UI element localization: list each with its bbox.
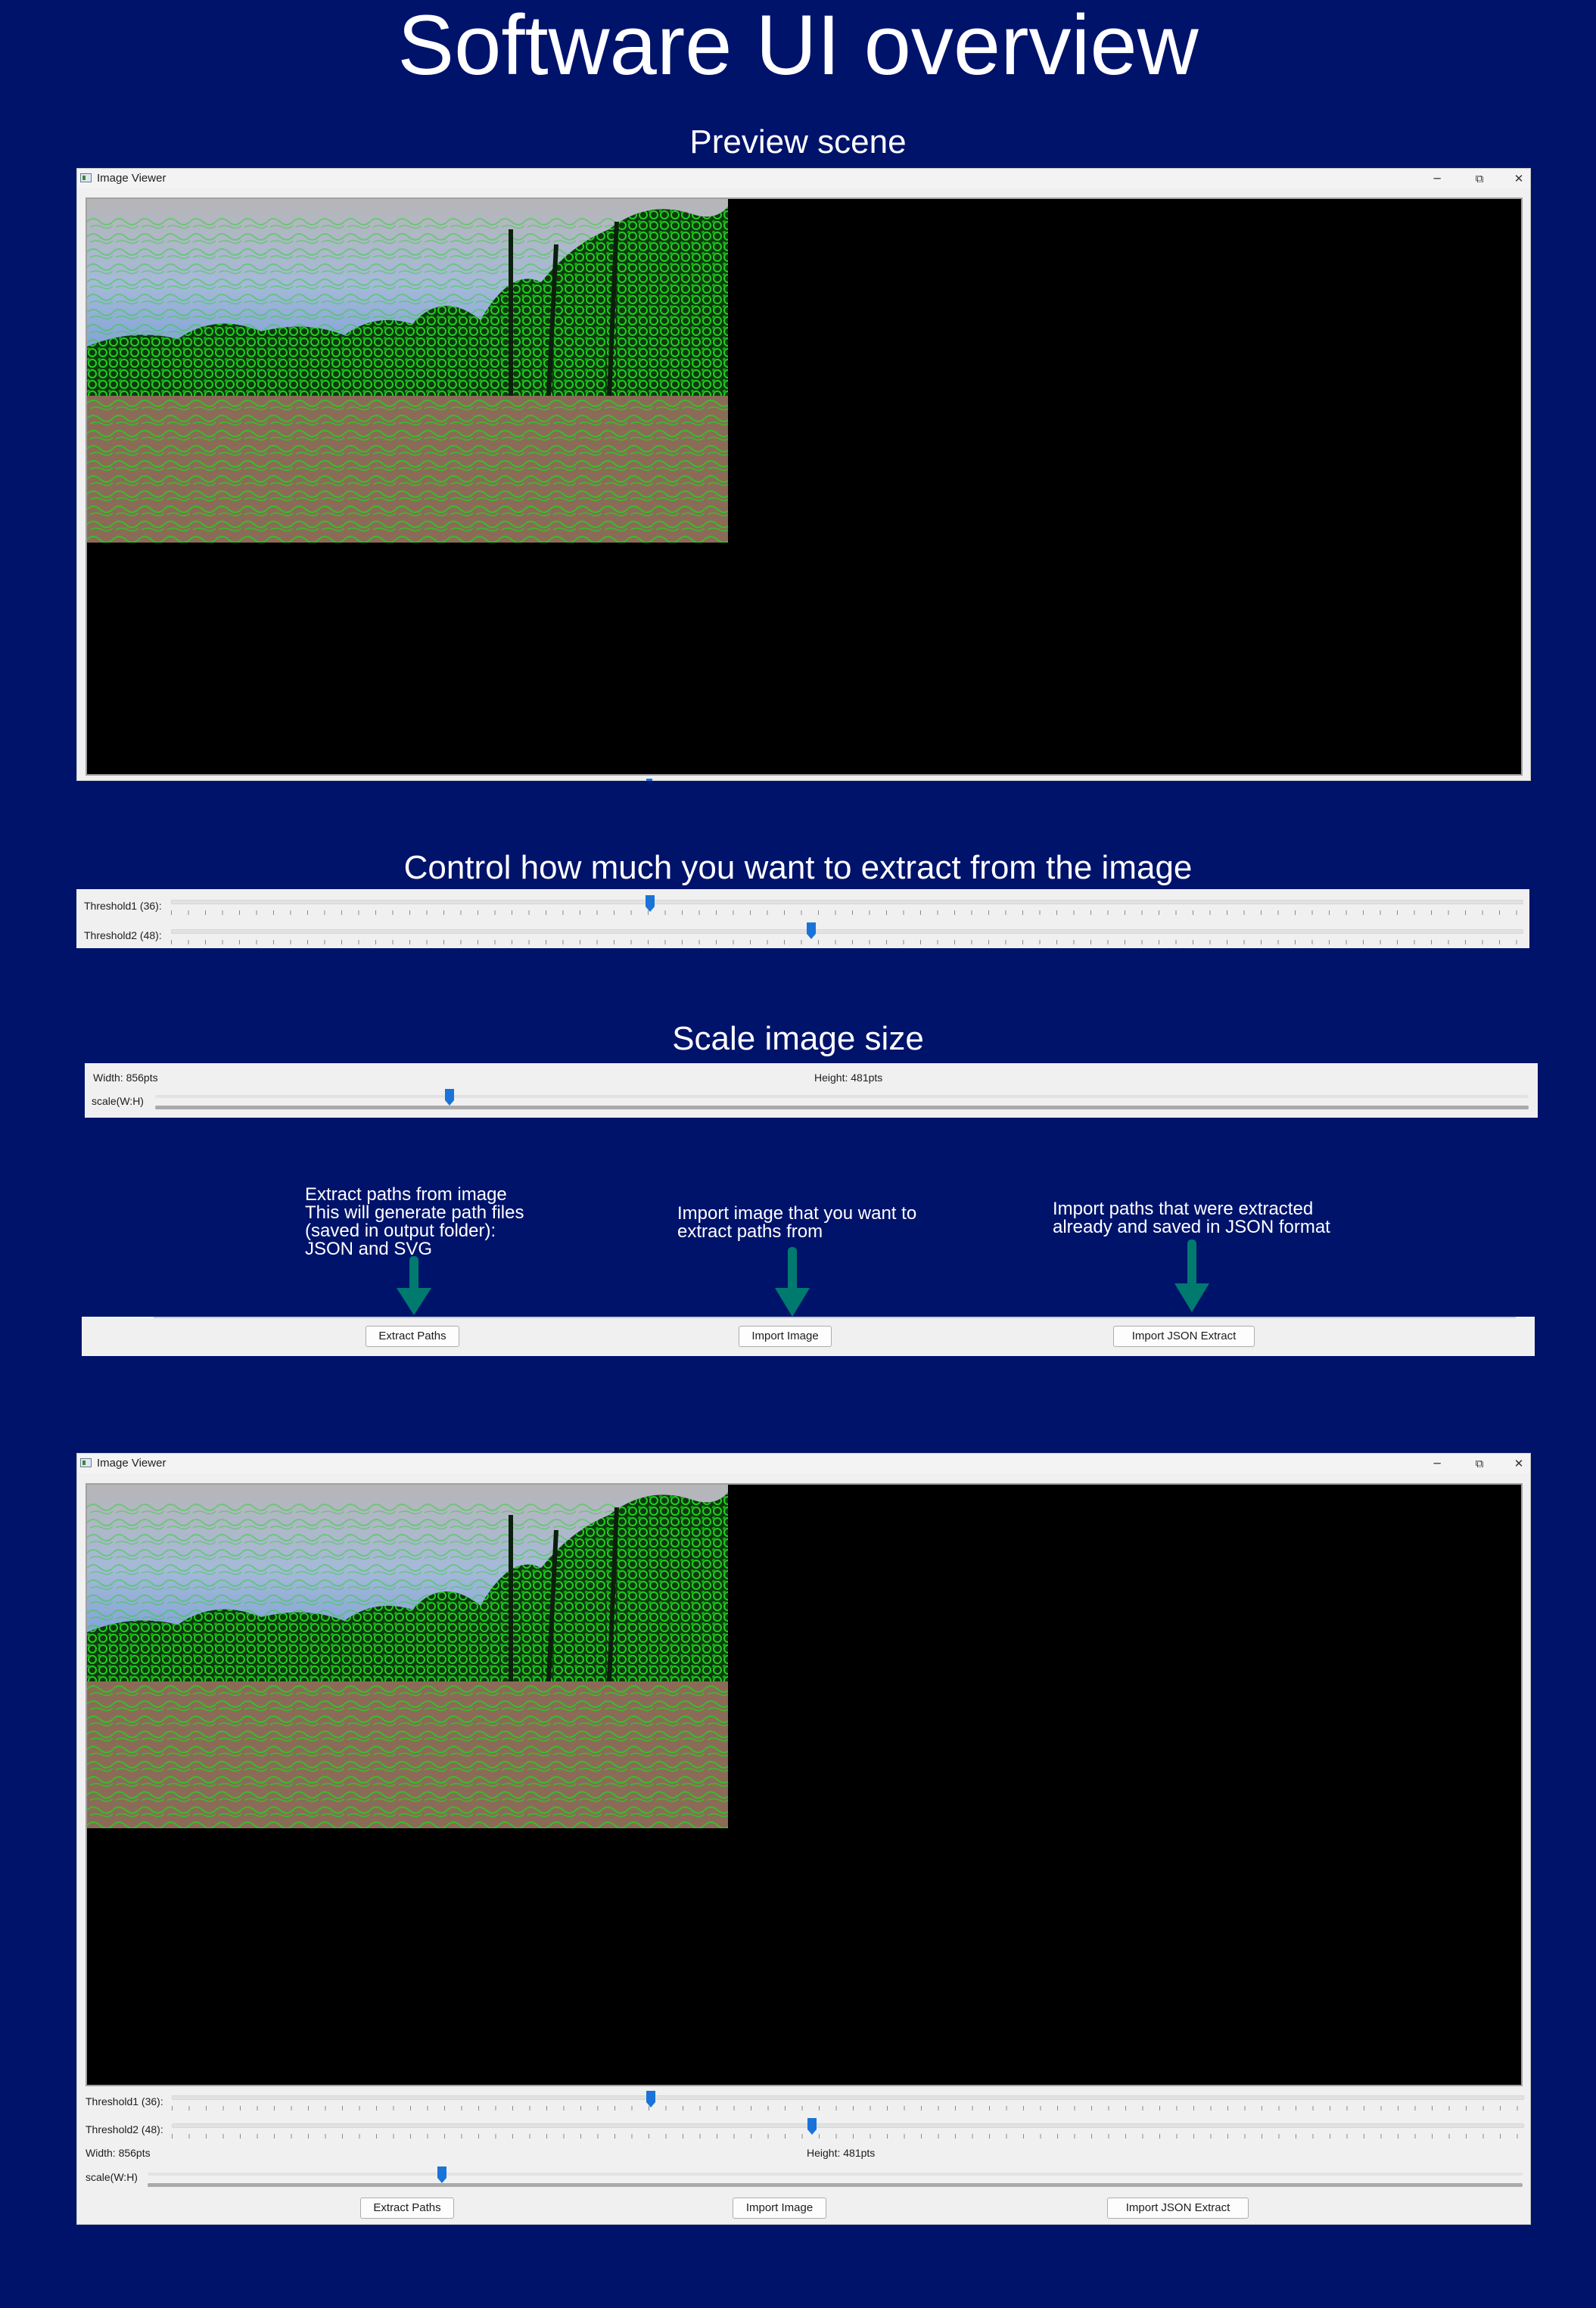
- height-label: Height: 481pts: [814, 1072, 883, 1084]
- extract-section-title: Control how much you want to extract fro…: [403, 849, 1193, 886]
- close-icon[interactable]: ✕: [1501, 169, 1536, 188]
- slider-handle-icon[interactable]: [646, 895, 655, 912]
- threshold1-ticks: [172, 2106, 1523, 2110]
- threshold1-ticks: [171, 910, 1522, 915]
- buttons-panel: Extract Paths Import Image Import JSON E…: [82, 1317, 1535, 1356]
- threshold1-slider[interactable]: [172, 2095, 1524, 2100]
- threshold2-ticks: [171, 940, 1522, 944]
- import-json-button[interactable]: Import JSON Extract: [1107, 2198, 1249, 2219]
- scale-slider[interactable]: [155, 1106, 1529, 1109]
- app-icon: [80, 173, 92, 182]
- app-icon: [80, 1458, 92, 1467]
- image-viewer-window: Image Viewer ─ ⧉ ✕: [76, 168, 1531, 781]
- slider-handle-icon[interactable]: [445, 1089, 454, 1106]
- slider-handle-icon[interactable]: [807, 922, 816, 939]
- import-image-button[interactable]: Import Image: [739, 1326, 832, 1347]
- window-titlebar: Image Viewer ─ ⧉ ✕: [77, 1454, 1530, 1473]
- import-json-button[interactable]: Import JSON Extract: [1113, 1326, 1255, 1347]
- threshold1-slider[interactable]: [171, 900, 1523, 904]
- import-image-button[interactable]: Import Image: [733, 2198, 826, 2219]
- image-viewer-canvas[interactable]: [86, 1483, 1523, 2086]
- edge-preview-image: [87, 199, 728, 543]
- width-label: Width: 856pts: [93, 1072, 158, 1084]
- slider-handle-icon[interactable]: [437, 2166, 446, 2183]
- window-title: Image Viewer: [97, 172, 166, 185]
- down-arrow-icon: [775, 1247, 810, 1317]
- scale-slider-groove: [155, 1095, 1529, 1098]
- image-viewer-window-full: Image Viewer ─ ⧉ ✕ Threshold1 (36): Thre…: [76, 1453, 1531, 2225]
- threshold1-label: Threshold1 (36):: [84, 900, 162, 912]
- threshold2-label: Threshold2 (48):: [84, 929, 162, 941]
- panel-divider: [154, 1317, 1516, 1318]
- window-titlebar: Image Viewer ─ ⧉ ✕: [77, 169, 1530, 188]
- height-label: Height: 481pts: [807, 2147, 876, 2159]
- extract-paths-button[interactable]: Extract Paths: [366, 1326, 459, 1347]
- scale-label: scale(W:H): [86, 2171, 138, 2183]
- scale-label: scale(W:H): [92, 1095, 144, 1107]
- width-label: Width: 856pts: [86, 2147, 151, 2159]
- threshold2-label: Threshold2 (48):: [86, 2123, 163, 2135]
- preview-section-title: Preview scene: [689, 123, 907, 160]
- image-viewer-canvas[interactable]: [86, 198, 1523, 776]
- scale-panel: Width: 856pts Height: 481pts scale(W:H): [85, 1063, 1538, 1118]
- down-arrow-icon: [1174, 1240, 1209, 1312]
- maximize-icon[interactable]: ⧉: [1462, 1454, 1497, 1473]
- maximize-icon[interactable]: ⧉: [1462, 169, 1497, 188]
- threshold2-slider[interactable]: [172, 2123, 1524, 2128]
- import-json-annotation: Import paths that were extracted already…: [1053, 1199, 1330, 1237]
- threshold2-slider[interactable]: [171, 929, 1523, 934]
- scale-slider-groove: [148, 2173, 1523, 2176]
- scale-section-title: Scale image size: [672, 1020, 924, 1057]
- minimize-icon[interactable]: ─: [1420, 169, 1454, 188]
- down-arrow-icon: [397, 1256, 431, 1315]
- import-image-annotation: Import image that you want to extract pa…: [677, 1203, 917, 1242]
- close-icon[interactable]: ✕: [1501, 1454, 1536, 1473]
- scroll-indicator[interactable]: [646, 779, 652, 781]
- threshold1-label: Threshold1 (36):: [86, 2095, 163, 2107]
- extract-annotation: Extract paths from image This will gener…: [305, 1184, 524, 1259]
- window-title: Image Viewer: [97, 1457, 166, 1470]
- threshold-panel: Threshold1 (36): Threshold2 (48):: [76, 889, 1529, 948]
- edge-preview-image: [87, 1485, 728, 1828]
- page-title: Software UI overview: [397, 0, 1199, 92]
- threshold2-ticks: [172, 2134, 1523, 2138]
- slider-handle-icon[interactable]: [807, 2118, 817, 2135]
- extract-paths-button[interactable]: Extract Paths: [360, 2198, 454, 2219]
- scale-slider[interactable]: [148, 2183, 1523, 2187]
- minimize-icon[interactable]: ─: [1420, 1454, 1454, 1473]
- slider-handle-icon[interactable]: [646, 2091, 655, 2107]
